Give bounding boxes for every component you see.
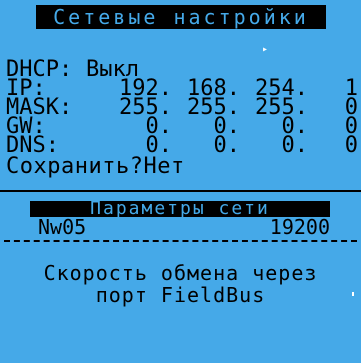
- description-line-2: порт FieldBus: [95, 283, 266, 307]
- page-title: Сетевые настройки: [36, 5, 326, 29]
- param-name: Nw05: [38, 215, 87, 239]
- mouse-pointer-icon: ▸: [262, 44, 269, 55]
- save-prompt[interactable]: Сохранить?Нет: [6, 156, 185, 178]
- dns-label: DNS:: [6, 133, 59, 158]
- device-screen: Сетевые настройки ▸ DHCP: Выкл IP: 192. …: [0, 0, 361, 363]
- dns-octet-2[interactable]: 0.: [180, 135, 241, 157]
- scroll-marker: [352, 292, 354, 296]
- description-line-1: Скорость обмена через: [43, 261, 318, 285]
- dns-octet-4[interactable]: 0: [330, 135, 358, 157]
- dashed-divider: [4, 240, 357, 242]
- dns-octet-3[interactable]: 0.: [248, 135, 309, 157]
- dns-octet-1[interactable]: 0.: [112, 135, 173, 157]
- section-divider: [0, 190, 361, 192]
- param-value[interactable]: 19200: [244, 217, 330, 237]
